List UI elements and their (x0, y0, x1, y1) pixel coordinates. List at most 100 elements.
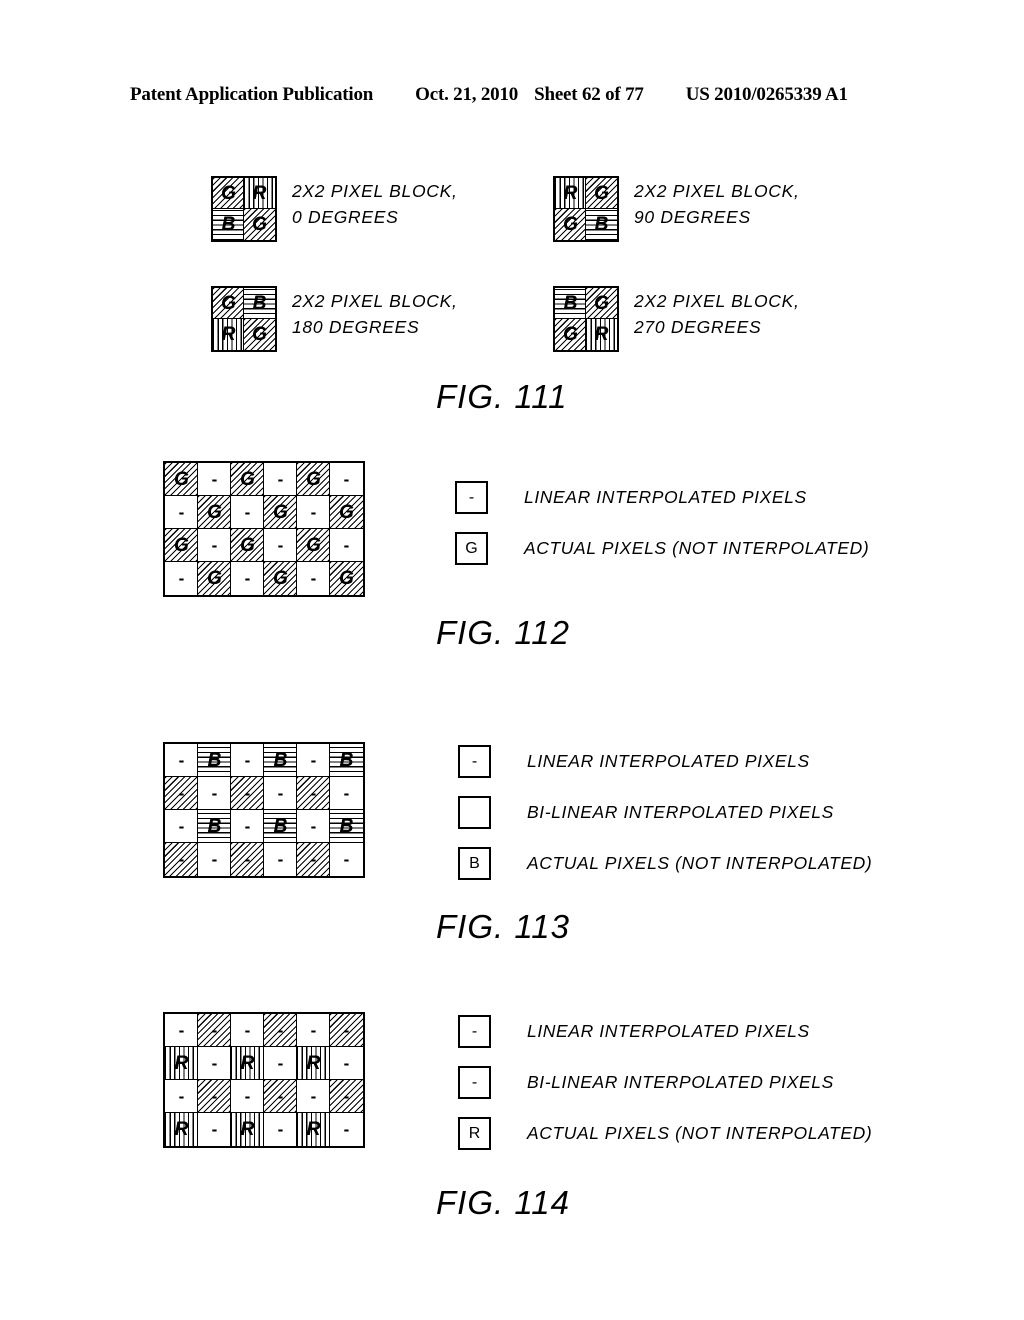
pixel-block-cell: B (243, 287, 276, 320)
pixel-block-label: 2X2 PIXEL BLOCK, 0 DEGREES (292, 178, 458, 230)
pixel-block-cell: G (554, 208, 587, 241)
legend-swatch: G (455, 532, 488, 565)
grid-cell: R (164, 1112, 199, 1147)
channel-letter-r: R (221, 324, 236, 345)
grid-cell: - (230, 561, 265, 596)
legend-swatch: B (458, 847, 491, 880)
channel-letter-r: R (240, 1119, 255, 1140)
channel-letter-g: G (306, 535, 321, 556)
pixel-block-cell: B (212, 208, 245, 241)
grid-cell: - (329, 462, 364, 497)
interpolated-marker: - (178, 784, 185, 803)
legend-row: B ACTUAL PIXELS (NOT INTERPOLATED) (458, 847, 872, 880)
channel-letter-g: G (563, 324, 578, 345)
interpolated-marker: - (178, 569, 185, 588)
grid-cell: - (263, 1079, 298, 1114)
grid-cell: - (230, 743, 265, 778)
interpolated-marker: - (211, 784, 218, 803)
grid-cell: - (230, 842, 265, 877)
legend-row: - BI-LINEAR INTERPOLATED PIXELS (458, 1066, 872, 1099)
grid-cell: B (329, 809, 364, 844)
grid-cell: - (296, 495, 331, 530)
grid-cell: G (263, 561, 298, 596)
grid-cell: - (164, 842, 199, 877)
channel-letter-g: G (207, 568, 222, 589)
interpolated-marker: - (244, 784, 251, 803)
interpolated-marker: - (310, 850, 317, 869)
pixel-block-2x2: BGGR (553, 286, 619, 352)
grid-cell: - (263, 462, 298, 497)
interpolated-marker: - (211, 1054, 218, 1073)
interpolated-marker: - (310, 817, 317, 836)
grid-cell: - (329, 842, 364, 877)
grid-cell: R (296, 1112, 331, 1147)
header-publication: Patent Application Publication (130, 84, 374, 105)
pixel-block-cell: G (212, 177, 245, 210)
grid-cell: - (164, 1079, 199, 1114)
interpolated-marker: - (277, 1087, 284, 1106)
grid-cell: B (197, 809, 232, 844)
pixel-block-label-line1: 2X2 PIXEL BLOCK, (292, 291, 458, 311)
channel-letter-r: R (563, 183, 578, 204)
grid-cell: - (197, 462, 232, 497)
grid-cell: - (329, 1046, 364, 1081)
channel-letter-g: G (465, 539, 478, 557)
interpolated-marker: - (277, 470, 284, 489)
legend-row: R ACTUAL PIXELS (NOT INTERPOLATED) (458, 1117, 872, 1150)
grid-cell: B (263, 743, 298, 778)
channel-letter-g: G (563, 214, 578, 235)
interpolated-marker: - (277, 536, 284, 555)
grid-cell: G (296, 462, 331, 497)
grid-cell: G (296, 528, 331, 563)
channel-letter-b: B (469, 854, 480, 872)
grid-cell: - (230, 776, 265, 811)
interpolated-marker: - (277, 1021, 284, 1040)
channel-letter-r: R (594, 324, 609, 345)
page-header: Patent Application Publication Oct. 21, … (130, 84, 894, 106)
legend-label: ACTUAL PIXELS (NOT INTERPOLATED) (524, 538, 870, 558)
grid-cell: - (296, 561, 331, 596)
interpolated-marker: - (310, 503, 317, 522)
header-sheet: Sheet 62 of 77 (534, 84, 644, 105)
grid-cell: - (164, 776, 199, 811)
grid-cell: - (263, 1046, 298, 1081)
grid-cell: R (296, 1046, 331, 1081)
legend-row: - LINEAR INTERPOLATED PIXELS (458, 1015, 872, 1048)
interpolated-marker: - (211, 1120, 218, 1139)
grid-cell: - (329, 1013, 364, 1048)
channel-letter-b: B (207, 816, 222, 837)
interpolated-marker: - (343, 536, 350, 555)
grid-cell: - (230, 1013, 265, 1048)
grid-cell: G (164, 462, 199, 497)
grid-cell: - (329, 1112, 364, 1147)
grid-cell: - (197, 1079, 232, 1114)
legend-label: LINEAR INTERPOLATED PIXELS (524, 487, 807, 507)
channel-letter-g: G (594, 293, 609, 314)
channel-letter-g: G (339, 568, 354, 589)
interpolated-marker: - (277, 850, 284, 869)
grid-cell: B (197, 743, 232, 778)
grid-cell: G (230, 462, 265, 497)
grid-cell: R (230, 1112, 265, 1147)
interpolated-marker: - (310, 569, 317, 588)
interpolated-marker: - (343, 850, 350, 869)
legend-label: BI-LINEAR INTERPOLATED PIXELS (527, 1072, 834, 1092)
pixel-block-cell: G (585, 287, 618, 320)
grid-cell: - (263, 1013, 298, 1048)
grid-cell: - (296, 809, 331, 844)
channel-letter-g: G (273, 502, 288, 523)
grid-cell: - (230, 1079, 265, 1114)
interpolated-marker: - (343, 470, 350, 489)
pixel-block-cell: G (243, 208, 276, 241)
interpolated-marker: - (178, 817, 185, 836)
channel-letter-b: B (563, 293, 578, 314)
grid-cell: - (329, 1079, 364, 1114)
pixel-block-label-line2: 0 DEGREES (292, 207, 399, 227)
pixel-block-cell: B (585, 208, 618, 241)
interpolated-marker: - (244, 817, 251, 836)
pixel-block-label-line1: 2X2 PIXEL BLOCK, (634, 181, 800, 201)
figure-112-caption: FIG. 112 (436, 614, 570, 651)
pixel-block-cell: R (554, 177, 587, 210)
channel-letter-g: G (306, 469, 321, 490)
pixel-block-label: 2X2 PIXEL BLOCK, 90 DEGREES (634, 178, 800, 230)
